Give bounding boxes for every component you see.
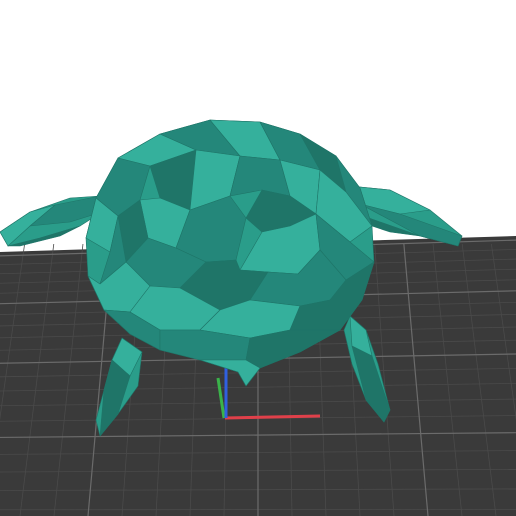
x-axis-line xyxy=(224,414,321,420)
scene-canvas[interactable] xyxy=(0,0,516,516)
3d-viewport[interactable] xyxy=(0,0,516,516)
